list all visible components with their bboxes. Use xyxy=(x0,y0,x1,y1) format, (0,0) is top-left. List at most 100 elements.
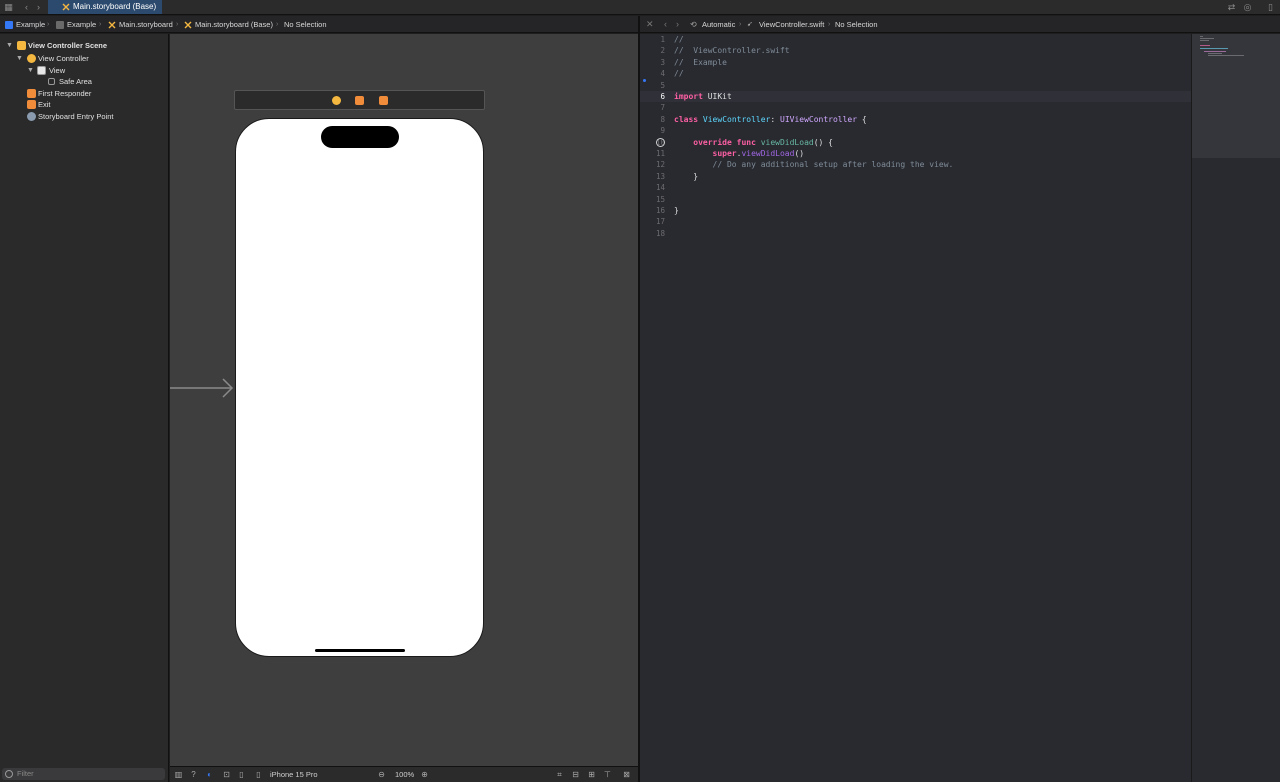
test-run-circle-icon[interactable] xyxy=(656,138,665,147)
line-number[interactable]: 13 xyxy=(640,171,665,182)
line-number[interactable]: 3 xyxy=(640,57,665,68)
exit-icon xyxy=(27,100,36,109)
filter-field[interactable]: Filter xyxy=(2,768,165,780)
chevron-right-icon: › xyxy=(176,21,179,28)
device-selector[interactable]: iPhone 15 Pro xyxy=(270,767,318,782)
line-number[interactable]: 7 xyxy=(640,102,665,113)
keyword-token: super xyxy=(712,149,737,158)
code-line-11: super.viewDidLoad() xyxy=(674,148,805,159)
line-number[interactable]: 9 xyxy=(640,125,665,136)
line-number[interactable]: 8 xyxy=(640,114,665,125)
document-outline: ▼ View Controller Scene ▼ View Controlle… xyxy=(0,34,169,782)
line-number[interactable]: 17 xyxy=(640,216,665,227)
breadcrumb-file[interactable]: ViewController.swift xyxy=(759,16,824,33)
outline-label: First Responder xyxy=(38,89,92,98)
view-controller-icon[interactable] xyxy=(332,96,341,105)
zoom-in-icon[interactable]: ⊕ xyxy=(420,770,429,779)
line-number[interactable]: 12 xyxy=(640,159,665,170)
line-number[interactable]: 11 xyxy=(640,148,665,159)
storyboard-icon xyxy=(184,21,192,29)
iphone-frame[interactable] xyxy=(235,118,484,657)
back-arrow-icon[interactable]: ‹ xyxy=(664,16,667,33)
breadcrumb-selection[interactable]: No Selection xyxy=(284,16,327,33)
view-icon xyxy=(37,66,46,75)
minimap-line xyxy=(1200,48,1228,49)
project-icon xyxy=(5,21,13,29)
breadcrumb-automatic[interactable]: Automatic xyxy=(702,16,735,33)
line-number[interactable]: 2 xyxy=(640,45,665,56)
resolve-issues-icon[interactable]: ⊠ xyxy=(622,770,631,779)
breadcrumb-selection[interactable]: No Selection xyxy=(835,16,878,33)
disclosure-down-icon[interactable]: ▼ xyxy=(6,40,13,51)
first-responder-icon xyxy=(27,89,36,98)
orientation-icon[interactable]: ⊡ xyxy=(222,770,231,779)
home-indicator xyxy=(315,649,405,652)
line-number[interactable]: 1 xyxy=(640,34,665,45)
related-items-icon[interactable]: ⟲ xyxy=(690,16,697,33)
line-number[interactable]: 5 xyxy=(640,80,665,91)
indent-token xyxy=(674,149,713,158)
close-icon[interactable]: ✕ xyxy=(646,16,654,33)
forward-arrow-icon[interactable]: › xyxy=(34,3,43,12)
embed-in-icon[interactable]: ⊟ xyxy=(571,770,580,779)
sync-icon[interactable]: ⇄ xyxy=(1227,3,1236,12)
appearance-icon[interactable]: ◐ xyxy=(205,770,214,779)
inspector-toggle-icon[interactable]: ▯ xyxy=(1266,3,1275,12)
device-icon[interactable]: ▯ xyxy=(254,770,263,779)
disclosure-down-icon[interactable]: ▼ xyxy=(16,53,23,64)
minimap[interactable] xyxy=(1191,34,1280,782)
brace-token: { xyxy=(857,114,867,124)
code-line-13: } xyxy=(674,171,698,182)
chevron-right-icon: › xyxy=(99,21,102,28)
method-call-token: viewDidLoad xyxy=(741,149,795,158)
code-line-3: // Example xyxy=(674,57,727,68)
storyboard-canvas[interactable] xyxy=(170,34,638,766)
disclosure-down-icon[interactable]: ▼ xyxy=(27,65,34,76)
exit-icon[interactable] xyxy=(379,96,388,105)
align-icon[interactable]: ⊞ xyxy=(587,770,596,779)
line-number[interactable]: 14 xyxy=(640,182,665,193)
entry-point-arrow-icon[interactable] xyxy=(170,376,235,400)
supertype-token: UIViewController xyxy=(780,114,858,124)
help-icon[interactable]: ? xyxy=(189,770,198,779)
line-number[interactable]: 18 xyxy=(640,228,665,239)
filter-icon xyxy=(5,770,13,778)
layout-icon[interactable]: ▯ xyxy=(237,770,246,779)
breadcrumb-file[interactable]: Main.storyboard xyxy=(119,16,173,33)
breadcrumb-project[interactable]: Example xyxy=(16,16,45,33)
minimap-line xyxy=(1200,38,1214,39)
back-arrow-icon[interactable]: ‹ xyxy=(22,3,31,12)
chevron-right-icon: › xyxy=(828,21,831,28)
line-number[interactable]: 15 xyxy=(640,194,665,205)
breadcrumb-localization[interactable]: Main.storyboard (Base) xyxy=(195,16,273,33)
chevron-right-icon: › xyxy=(47,21,50,28)
update-frames-icon[interactable]: ⌗ xyxy=(555,770,564,779)
forward-arrow-icon[interactable]: › xyxy=(676,16,679,33)
outline-toggle-icon[interactable]: ▥ xyxy=(174,770,183,779)
comment-token: // xyxy=(674,69,684,79)
line-number[interactable]: 16 xyxy=(640,205,665,216)
zoom-level[interactable]: 100% xyxy=(395,767,414,782)
review-icon[interactable]: ◎ xyxy=(1243,3,1252,12)
zoom-out-icon[interactable]: ⊖ xyxy=(377,770,386,779)
function-name-token: viewDidLoad xyxy=(760,137,814,147)
line-number[interactable]: 4 xyxy=(640,68,665,79)
tab-label: Main.storyboard (Base) xyxy=(73,2,157,11)
chevron-right-icon: › xyxy=(739,21,742,28)
comment-token: // xyxy=(674,35,684,44)
minimap-line xyxy=(1200,36,1203,37)
scene-dock[interactable] xyxy=(234,90,485,110)
grid-icon[interactable]: ▦ xyxy=(4,3,13,12)
add-constraints-icon[interactable]: ⊤ xyxy=(603,770,612,779)
code-editor[interactable]: 1 2 3 4 5 6 7 8 9 10 11 12 13 14 15 16 17 18 // // ViewCo… xyxy=(640,34,1191,782)
first-responder-icon[interactable] xyxy=(355,96,364,105)
paren-token: () { xyxy=(813,137,833,147)
folder-icon xyxy=(56,21,64,29)
breadcrumb-group[interactable]: Example xyxy=(67,16,96,33)
chevron-right-icon: › xyxy=(276,21,279,28)
safe-area-icon xyxy=(48,78,55,85)
minimap-viewport[interactable] xyxy=(1192,34,1280,158)
tab-main-storyboard[interactable]: Main.storyboard (Base) xyxy=(48,0,162,14)
code-line-16: } xyxy=(674,205,679,216)
line-number[interactable]: 6 xyxy=(640,91,665,102)
